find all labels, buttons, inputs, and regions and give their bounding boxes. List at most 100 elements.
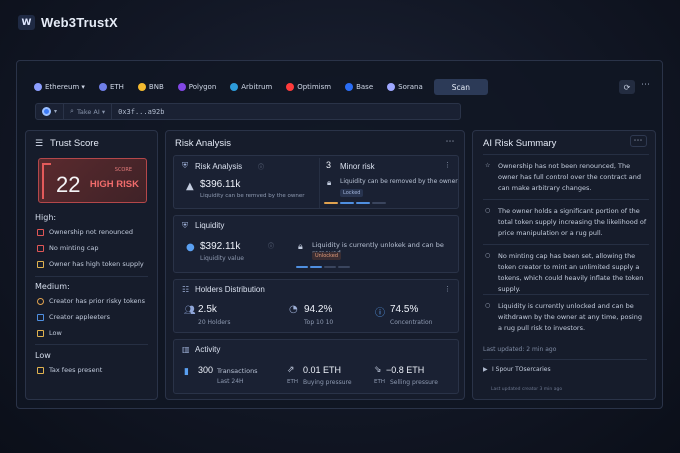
buy-pressure-icon: ⇗ bbox=[287, 365, 295, 375]
divider bbox=[319, 158, 320, 208]
score-caption: SCORE bbox=[114, 167, 132, 173]
progress-segment bbox=[324, 266, 336, 268]
network-select[interactable]: ▾ bbox=[36, 104, 65, 119]
trust-score-panel: ☰ Trust Score 22 SCORE HIGH RISK High: O… bbox=[25, 130, 158, 400]
last-updated-small: Last updated creator 3 min ago bbox=[491, 387, 563, 392]
flag-item: Ownership not renounced bbox=[37, 228, 133, 236]
lock-status-tag: Unlocked bbox=[312, 252, 341, 260]
holders-count: 2.5k bbox=[198, 304, 217, 315]
bullet-icon: ○ bbox=[485, 207, 491, 214]
refresh-button[interactable]: ⟳ bbox=[619, 80, 635, 94]
more-icon[interactable]: ⋮ bbox=[444, 285, 451, 293]
summary-item: ○ The owner holds a significant portion … bbox=[483, 199, 649, 244]
summary-item: ○ No minting cap has been set, allowing … bbox=[483, 244, 649, 294]
group-title-medium: Medium: bbox=[35, 282, 70, 291]
flag-label: Low bbox=[49, 329, 62, 337]
liquidity-value: $392.11k bbox=[200, 241, 241, 252]
chevron-down-icon: ▾ bbox=[54, 108, 58, 115]
chain-label: ETH bbox=[109, 83, 124, 91]
divider bbox=[35, 344, 148, 345]
score-card: 22 SCORE HIGH RISK bbox=[38, 158, 147, 203]
address-input[interactable]: 0x3f...a92b bbox=[112, 108, 164, 116]
risk-count: 3 bbox=[326, 160, 332, 170]
card-title: Activity bbox=[195, 345, 221, 354]
chain-option-polygon[interactable]: Polygon bbox=[173, 79, 222, 95]
chain-option-ethereum[interactable]: Ethereum ▾ bbox=[29, 79, 90, 95]
eth-icon bbox=[98, 83, 107, 91]
activity-card: ▥ Activity ▮ 300 Transactions Last 24H ⇗… bbox=[173, 339, 459, 394]
polygon-icon bbox=[177, 83, 186, 91]
summary-text: Ownership has not been renounced, The ow… bbox=[498, 162, 641, 192]
more-icon[interactable]: ⋯ bbox=[446, 137, 456, 147]
alert-icon bbox=[37, 228, 44, 236]
flag-label: Owner has high token supply bbox=[49, 260, 144, 268]
chain-option-bnb[interactable]: BNB bbox=[133, 79, 169, 95]
more-icon[interactable]: ⋯ bbox=[629, 135, 647, 147]
network-icon bbox=[42, 107, 51, 116]
play-icon: ▶ bbox=[483, 366, 488, 373]
chain-label: BNB bbox=[148, 83, 164, 91]
group-title-low: Low bbox=[35, 351, 51, 360]
bullet-icon: ○ bbox=[485, 302, 491, 309]
filter-label: Take AI ▾ bbox=[76, 107, 106, 116]
risk-analysis-card: ⛨ Risk Analysis ⓘ ▲ $396.11k Liquidity c… bbox=[173, 155, 459, 209]
info-icon: ⓘ bbox=[268, 243, 275, 250]
chain-option-arbitrum[interactable]: Arbitrum bbox=[225, 79, 277, 95]
warning-icon bbox=[37, 329, 44, 337]
progress-segment bbox=[356, 202, 370, 204]
risk-level-badge: HIGH RISK bbox=[89, 179, 139, 190]
holders-label: 20 Holders bbox=[198, 319, 231, 326]
tx-label: Transactions bbox=[217, 367, 258, 375]
holders-distribution-card: ☷ Holders Distribution ⋮ 👥︎ 2.5k 20 Hold… bbox=[173, 279, 459, 333]
buy-value: 0.01 ETH bbox=[303, 365, 342, 375]
flag-label: Ownership not renounced bbox=[49, 228, 134, 236]
risk-count-label: Minor risk bbox=[340, 162, 375, 171]
divider bbox=[483, 359, 647, 360]
progress-segment bbox=[296, 266, 308, 268]
alert-icon bbox=[37, 260, 44, 268]
shield-icon: ☰ bbox=[35, 139, 44, 149]
chain-option-optimism[interactable]: Optimism bbox=[281, 79, 336, 95]
scan-button[interactable]: Scan bbox=[433, 79, 488, 95]
more-menu-icon[interactable]: ⋯ bbox=[641, 80, 650, 90]
last-updated: Last updated: 2 min ago bbox=[483, 346, 557, 353]
chain-option-base[interactable]: Base bbox=[340, 79, 378, 95]
chain-label: Polygon bbox=[188, 83, 217, 91]
score-bracket-icon bbox=[42, 163, 51, 199]
flag-item: Creator has prior risky tokens bbox=[37, 297, 145, 305]
flag-item: Creator appleeters bbox=[37, 313, 110, 321]
brand-name: Web3TrustX bbox=[41, 15, 118, 30]
info-icon: ⓘ bbox=[258, 164, 265, 171]
summary-text: No minting cap has been set, allowing th… bbox=[498, 252, 644, 293]
chain-option-sorana[interactable]: Sorana bbox=[382, 79, 428, 95]
sell-value: −0.8 ETH bbox=[386, 365, 425, 375]
panel-title: AI Risk Summary bbox=[483, 138, 557, 149]
bullet-icon: ○ bbox=[485, 252, 491, 259]
chain-option-eth[interactable]: ETH bbox=[94, 79, 129, 95]
chain-label: Optimism bbox=[297, 83, 332, 91]
buy-unit: ETH bbox=[287, 379, 298, 385]
refresh-icon: ⟳ bbox=[623, 82, 631, 92]
flag-item: Owner has high token supply bbox=[37, 260, 144, 268]
chain-selector-bar: Ethereum ▾ ETH BNB Polygon Arbitrum Opti… bbox=[29, 79, 488, 95]
summary-item: ○ Liquidity is currently unlocked and ca… bbox=[483, 294, 649, 338]
logo-icon: W bbox=[18, 15, 35, 30]
users-icon: ☷ bbox=[182, 285, 190, 294]
concentration-value: 74.5% bbox=[390, 304, 419, 315]
flag-label: Creator has prior risky tokens bbox=[49, 297, 146, 305]
top-holders-label: Top 10 10 bbox=[304, 319, 334, 326]
chain-label: Arbitrum bbox=[241, 83, 273, 91]
filter-select[interactable]: ⌕ Take AI ▾ bbox=[64, 104, 113, 119]
lock-icon: 🔒︎ bbox=[327, 178, 332, 187]
risk-desc: Liquidity can be remved by the owner bbox=[200, 193, 305, 199]
progress-segment bbox=[324, 202, 338, 204]
ai-risk-summary-panel: AI Risk Summary ⋯ ☆ Ownership has not be… bbox=[472, 130, 656, 400]
concentration-label: Concentration bbox=[390, 319, 433, 326]
pie-chart-icon: ◔ bbox=[289, 304, 298, 315]
divider bbox=[35, 276, 148, 277]
source-link[interactable]: I Spour TOsercaries bbox=[492, 366, 551, 373]
risk-analysis-panel: Risk Analysis ⋯ ⛨ Risk Analysis ⓘ ▲ $396… bbox=[165, 130, 465, 400]
more-icon[interactable]: ⋮ bbox=[444, 161, 451, 169]
progress-segment bbox=[340, 202, 354, 204]
progress-segment bbox=[310, 266, 322, 268]
